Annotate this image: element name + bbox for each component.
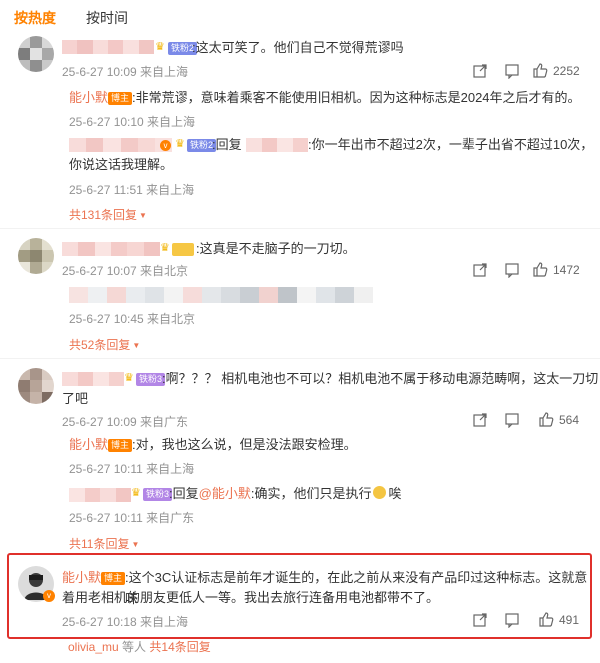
avatar[interactable]: [18, 238, 54, 274]
comment-icon[interactable]: [504, 262, 520, 278]
comment-icon[interactable]: [504, 612, 520, 628]
comment-text-cont: 着用老相机的朋友更低人一等。我出去旅行连备用电池都带不了。: [62, 590, 440, 605]
comment-meta: 25-6-27 10:09 来自广东: [62, 415, 189, 429]
blogger-badge: 博主: [108, 439, 133, 452]
fan-badge: 铁粉3: [136, 373, 166, 386]
reply-meta: 25-6-27 10:10 来自上海: [69, 115, 196, 129]
reply-summary-user[interactable]: olivia_mu: [68, 640, 119, 654]
fan-badge: [172, 243, 194, 256]
username-mosaic[interactable]: [69, 138, 173, 152]
reply-text-cont: 你说这话我理解。: [69, 157, 174, 172]
username-mosaic[interactable]: [69, 488, 131, 502]
blogger-badge: 博主: [101, 572, 126, 585]
share-icon[interactable]: [472, 262, 488, 278]
divider: [0, 228, 600, 229]
comment-meta: 25-6-27 10:09 来自上海: [62, 65, 189, 79]
avatar[interactable]: [18, 368, 54, 404]
mention-mosaic[interactable]: [246, 138, 308, 152]
emoji-icon: [373, 486, 387, 499]
reply-prefix: :回复: [169, 486, 199, 501]
avatar[interactable]: [18, 36, 54, 72]
reply-text: :非常荒谬，意味着乘客不能使用旧相机。因为这种标志是2024年之后才有的。: [132, 90, 581, 105]
verified-icon: v: [43, 590, 55, 602]
reply-body: :确实，他们只是执行: [250, 486, 372, 501]
like-icon[interactable]: [532, 261, 548, 277]
reply-meta: 25-6-27 10:45 来自北京: [69, 312, 196, 326]
reply-summary-suffix: 等人: [122, 640, 147, 654]
like-icon[interactable]: [538, 611, 554, 627]
comment-text: :啊？？？ 相机电池也不可以？相机电池不属于移动电源范畴啊，这太一刀切: [162, 371, 599, 386]
more-replies-link[interactable]: 共131条回复 ▼: [69, 206, 147, 223]
more-replies-label: 共11条回复: [69, 537, 130, 551]
like-count: 1472: [553, 263, 580, 277]
like-count: 491: [559, 613, 580, 627]
divider: [0, 358, 600, 359]
caret-down-icon: ▼: [139, 211, 147, 220]
blogger-badge: 博主: [108, 92, 133, 105]
more-replies-link[interactable]: 共52条回复 ▼: [69, 336, 140, 353]
reply-meta: 25-6-27 10:11 来自上海: [69, 462, 195, 476]
more-replies-label: 共131条回复: [69, 208, 138, 222]
sort-tabs: 按热度 按时间: [0, 0, 600, 34]
comment-text: :这真是不走脑子的一刀切。: [196, 241, 356, 256]
reply-prefix: :回复: [212, 137, 242, 152]
username-mosaic[interactable]: [62, 242, 160, 256]
username-mosaic[interactable]: [62, 40, 154, 54]
reply-username[interactable]: 能小默: [69, 434, 108, 455]
crown-icon: ♛: [131, 487, 141, 499]
tab-time[interactable]: 按时间: [86, 8, 128, 28]
comment-meta: 25-6-27 10:07 来自北京: [62, 264, 189, 278]
comment-username[interactable]: 能小默: [62, 567, 101, 588]
reply-text: :对，我也这么说，但是没法跟安检理。: [132, 437, 357, 452]
caret-down-icon: ▼: [131, 540, 140, 549]
crown-icon: ♛: [175, 138, 185, 150]
tab-hot[interactable]: 按热度: [14, 8, 56, 28]
reply-text: :你一年出市不超过2次，一辈子出省不超过10次，: [308, 137, 594, 152]
comment-text: :这太可笑了。他们自己不觉得荒谬吗: [192, 40, 404, 55]
comment-text-cont: 了吧: [62, 391, 89, 406]
share-icon[interactable]: [472, 612, 488, 628]
crown-icon: ♛: [160, 242, 170, 254]
reply-text-mosaic: [69, 287, 373, 303]
reply-meta: 25-6-27 10:11 来自广东: [69, 511, 195, 525]
caret-down-icon: ▼: [132, 341, 141, 350]
reply-tail: 唉: [388, 486, 402, 501]
more-replies-link[interactable]: 共14条回复: [149, 640, 210, 654]
mention-link[interactable]: @能小默: [199, 486, 251, 501]
username-mosaic[interactable]: [62, 372, 124, 386]
more-replies-label: 共52条回复: [69, 338, 131, 352]
like-count: 2252: [553, 64, 580, 78]
reply-text: :回复@能小默:确实，他们只是执行 唉: [169, 483, 401, 504]
reply-username[interactable]: 能小默: [69, 87, 108, 108]
crown-icon: ♛: [124, 372, 134, 384]
share-icon[interactable]: [472, 63, 488, 79]
comment-icon[interactable]: [504, 412, 520, 428]
share-icon[interactable]: [472, 412, 488, 428]
comment-icon[interactable]: [504, 63, 520, 79]
like-icon[interactable]: [532, 62, 548, 78]
comment-meta: 25-6-27 10:18 来自上海: [62, 615, 189, 629]
reply-meta: 25-6-27 11:51 来自上海: [69, 183, 195, 197]
reply-summary: olivia_mu 等人 共14条回复: [68, 638, 211, 655]
fan-badge: 铁粉3: [143, 488, 173, 501]
crown-icon: ♛: [155, 41, 165, 53]
more-replies-link[interactable]: 共11条回复 ▼: [69, 535, 139, 552]
verified-icon: v: [160, 140, 171, 151]
like-count: 564: [559, 413, 580, 427]
like-icon[interactable]: [538, 411, 554, 427]
